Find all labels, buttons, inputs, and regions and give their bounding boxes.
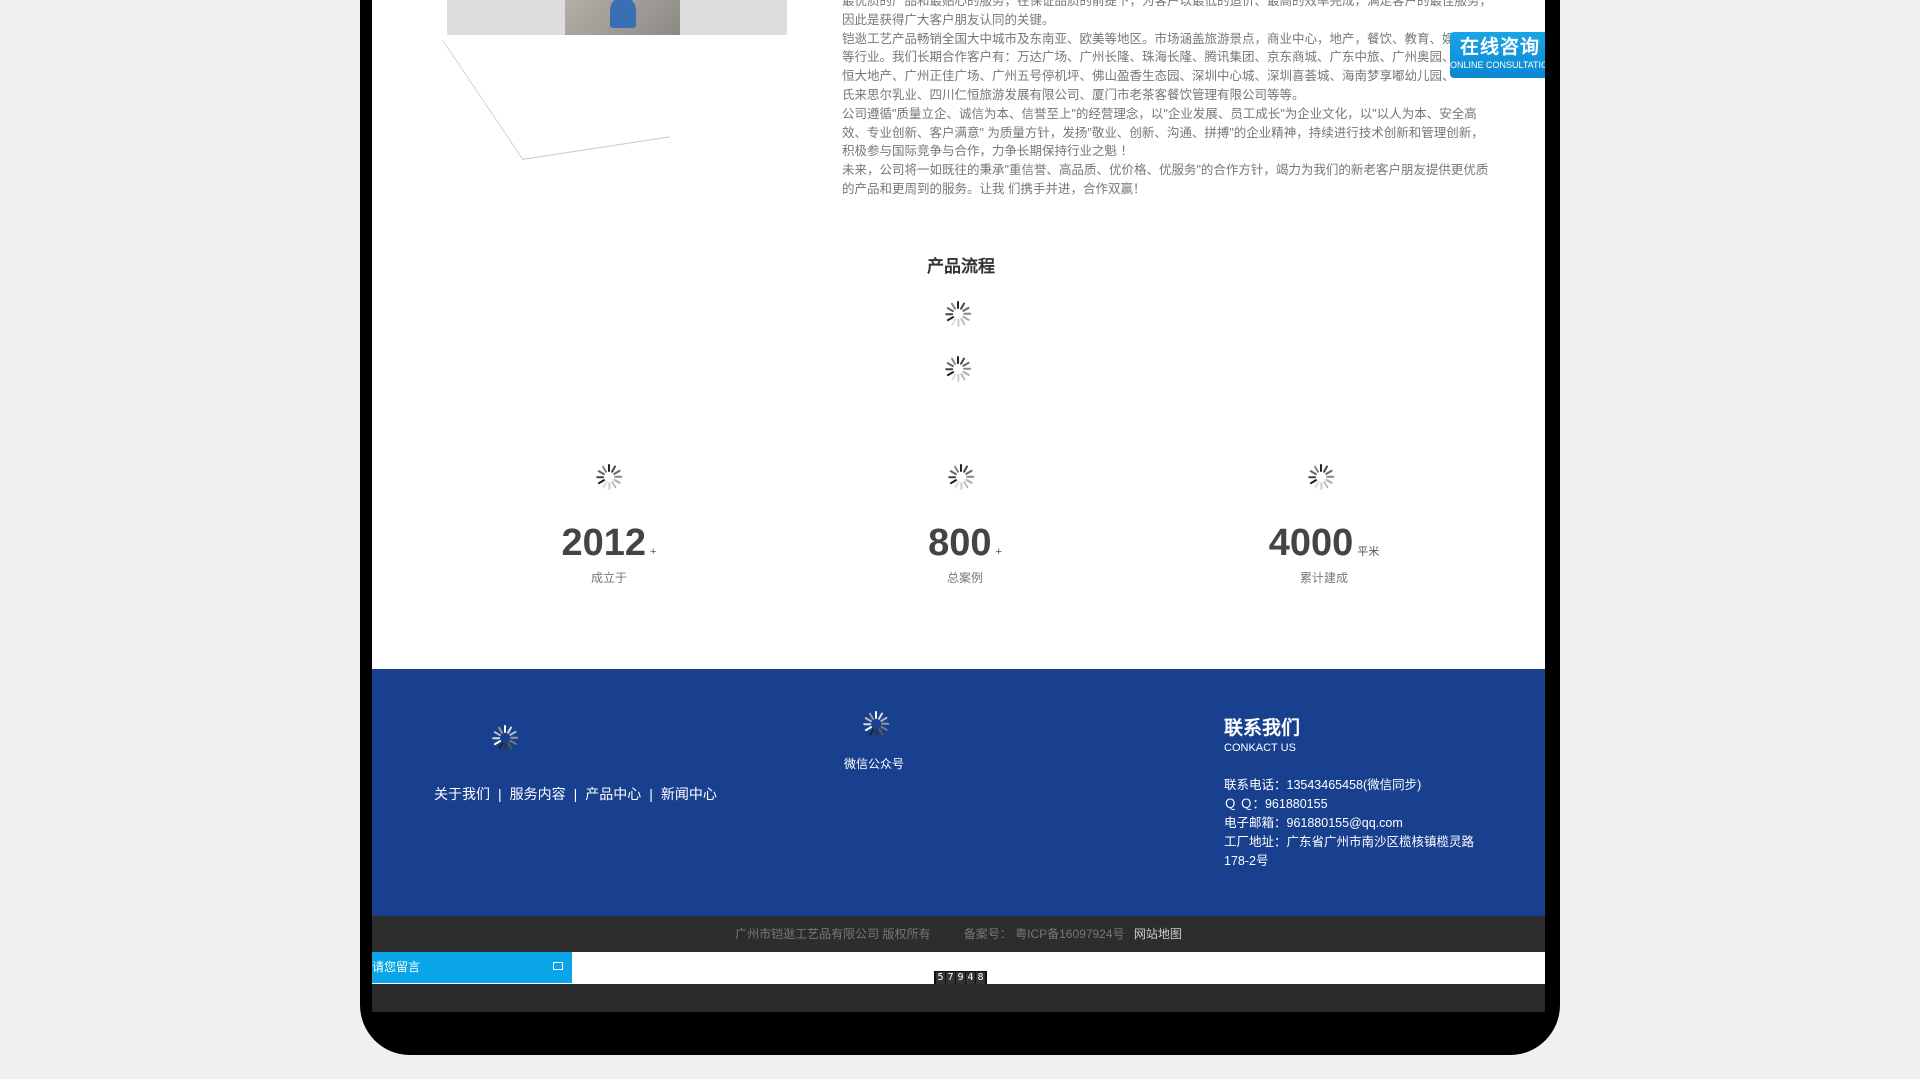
contact-block: 联系我们 CONKACT US 联系电话：13543465458(微信同步) Ｑ… (1224, 713, 1484, 871)
loading-spinner-icon (1307, 463, 1335, 491)
spinner-spoke (961, 306, 971, 313)
footer-link-about[interactable]: 关于我们 (434, 786, 490, 802)
leave-message-label: 请您留言 (372, 960, 421, 974)
spinner-spoke (879, 716, 889, 723)
separator: | (649, 786, 653, 802)
about-line: 公司遵循"质量立企、诚信为本、信誉至上"的经营理念，以"企业发展、员工成长"为企… (842, 106, 1477, 121)
spinner-spoke (961, 361, 971, 368)
stat-number: 4000 (1268, 522, 1354, 564)
about-line: 的产品和更周到的服务。让我 们携手并进，合作双赢！ (842, 181, 1146, 196)
footer-link-news[interactable]: 新闻中心 (661, 786, 717, 802)
spinner-spoke (963, 312, 972, 316)
sitemap-link[interactable]: 网站地图 (1134, 927, 1182, 941)
stat-unit: + (650, 546, 657, 558)
spinner-spoke (881, 722, 890, 726)
spinner-spoke (875, 729, 878, 737)
spinner-spoke (608, 482, 611, 490)
stat-unit: 平米 (1357, 546, 1380, 558)
spinner-spoke (960, 482, 963, 490)
contact-info: 联系电话：13543465458(微信同步) Ｑ Ｑ：961880155 电子邮… (1224, 776, 1484, 871)
maximize-icon[interactable] (553, 962, 563, 970)
loading-spinner-icon (862, 710, 890, 738)
spinner-spoke (1326, 475, 1335, 479)
separator: | (573, 786, 578, 802)
stat-founded: 2012 + 成立于 (509, 522, 709, 586)
spinner-spoke (492, 736, 501, 740)
separator: | (498, 786, 502, 802)
spinner-spoke (963, 367, 972, 371)
spinner-spoke (957, 319, 960, 327)
contact-address: 工厂地址：广东省广州市南沙区榄核镇榄灵路178-2号 (1224, 835, 1475, 868)
spinner-spoke (966, 475, 975, 479)
about-line: 效、专业创新、客户满意" 为质量方针，发扬"敬业、创新、沟通、拼搏"的企业精神，… (842, 125, 1484, 140)
spinner-spoke (508, 730, 518, 737)
about-line: 因此是获得广大客户朋友认同的关键。 (842, 12, 1055, 27)
footer-link-products[interactable]: 产品中心 (585, 786, 641, 802)
copyright-bar: 广州市铠逖工艺品有限公司 版权所有 备案号： 粤ICP备16097924号 网站… (372, 916, 1545, 952)
spinner-spoke (957, 374, 960, 382)
about-image (447, 0, 787, 35)
loading-spinner-icon (947, 463, 975, 491)
loading-spinner-icon (595, 463, 623, 491)
spinner-spoke (945, 367, 954, 371)
about-line: 氏来思尔乳业、四川仁恒旅游发展有限公司、厦门市老茶客餐饮管理有限公司等等。 (842, 87, 1305, 102)
spinner-spoke (863, 722, 872, 726)
stat-label: 总案例 (946, 571, 983, 585)
about-line: 未来，公司将一如既往的秉承"重信誉、高品质、优价格、优服务"的合作方针，竭力为我… (842, 163, 1489, 178)
loading-spinner-icon (491, 724, 519, 752)
stat-unit: + (995, 546, 1002, 558)
spinner-spoke (1308, 475, 1317, 479)
spinner-spoke (945, 312, 954, 316)
contact-subtitle: CONKACT US (1224, 742, 1296, 754)
spinner-spoke (948, 475, 957, 479)
about-line: 铠逖工艺产品畅销全国大中城市及东南亚、欧美等地区。市场涵盖旅游景点，商业中心，地… (842, 31, 1493, 46)
decorative-frame (442, 17, 671, 160)
consult-label: 在线咨询 (1459, 37, 1540, 58)
spinner-spoke (614, 475, 623, 479)
page-viewport: 最优质的产品和最贴心的服务，在保证品质的前提下，为客户以最低的造价、最高的效率完… (372, 0, 1545, 1012)
contact-email: 电子邮箱：961880155@qq.com (1224, 816, 1403, 830)
loading-spinner-icon (944, 355, 972, 383)
about-line: 恒大地产、广州正佳广场、广州五号停机坪、佛山盈香生态园、深圳中心城、深圳喜荟城、… (842, 69, 1455, 84)
spinner-spoke (964, 469, 974, 476)
loading-spinner-icon (944, 300, 972, 328)
consult-label-en: ONLINE CONSULTATION (1450, 60, 1545, 70)
spinner-spoke (596, 475, 605, 479)
icp-text: 备案号： 粤ICP备16097924号 (963, 927, 1125, 941)
footer-link-services[interactable]: 服务内容 (510, 786, 566, 802)
about-line: 积极参与国际竞争与合作，力争长期保持行业之魁 ！ (842, 144, 1133, 159)
section-title-process: 产品流程 (927, 257, 995, 276)
spinner-spoke (1324, 469, 1334, 476)
spinner-spoke (612, 469, 622, 476)
stat-label: 成立于 (590, 571, 627, 585)
stat-label: 累计建成 (1299, 571, 1348, 585)
spinner-spoke (504, 743, 507, 751)
contact-phone: 联系电话：13543465458(微信同步) (1224, 778, 1422, 792)
spinner-spoke (510, 736, 519, 740)
about-line: 等行业。我们长期合作客户有：万达广场、广州长隆、珠海长隆、腾讯集团、京东商城、广… (842, 50, 1455, 65)
leave-message-bar[interactable]: 请您留言 (372, 952, 572, 983)
footer: 关于我们 | 服务内容 | 产品中心 | 新闻中心 微信公众号 联系我们 CONKACT U… (372, 669, 1545, 916)
stat-cases: 800 + 总案例 (865, 522, 1065, 586)
stat-number: 2012 (561, 522, 647, 564)
copyright-text: 广州市铠逖工艺品有限公司 版权所有 (735, 927, 931, 941)
contact-title: 联系我们 (1224, 718, 1301, 739)
online-consult-button[interactable]: 在线咨询 ONLINE CONSULTATION (1450, 32, 1545, 78)
spinner-spoke (1320, 482, 1323, 490)
stat-area: 4000 平米 累计建成 (1224, 522, 1424, 586)
footer-nav: 关于我们 | 服务内容 | 产品中心 | 新闻中心 (430, 784, 721, 804)
wechat-label: 微信公众号 (844, 757, 905, 771)
about-text: 最优质的产品和最贴心的服务，在保证品质的前提下，为客户以最低的造价、最高的效率完… (842, 0, 1502, 199)
contact-qq: Ｑ Ｑ：961880155 (1224, 797, 1328, 811)
bottom-bar (372, 984, 1545, 1012)
stat-number: 800 (928, 522, 992, 564)
about-line: 最优质的产品和最贴心的服务，在保证品质的前提下，为客户以最低的造价、最高的效率完… (842, 0, 1493, 8)
